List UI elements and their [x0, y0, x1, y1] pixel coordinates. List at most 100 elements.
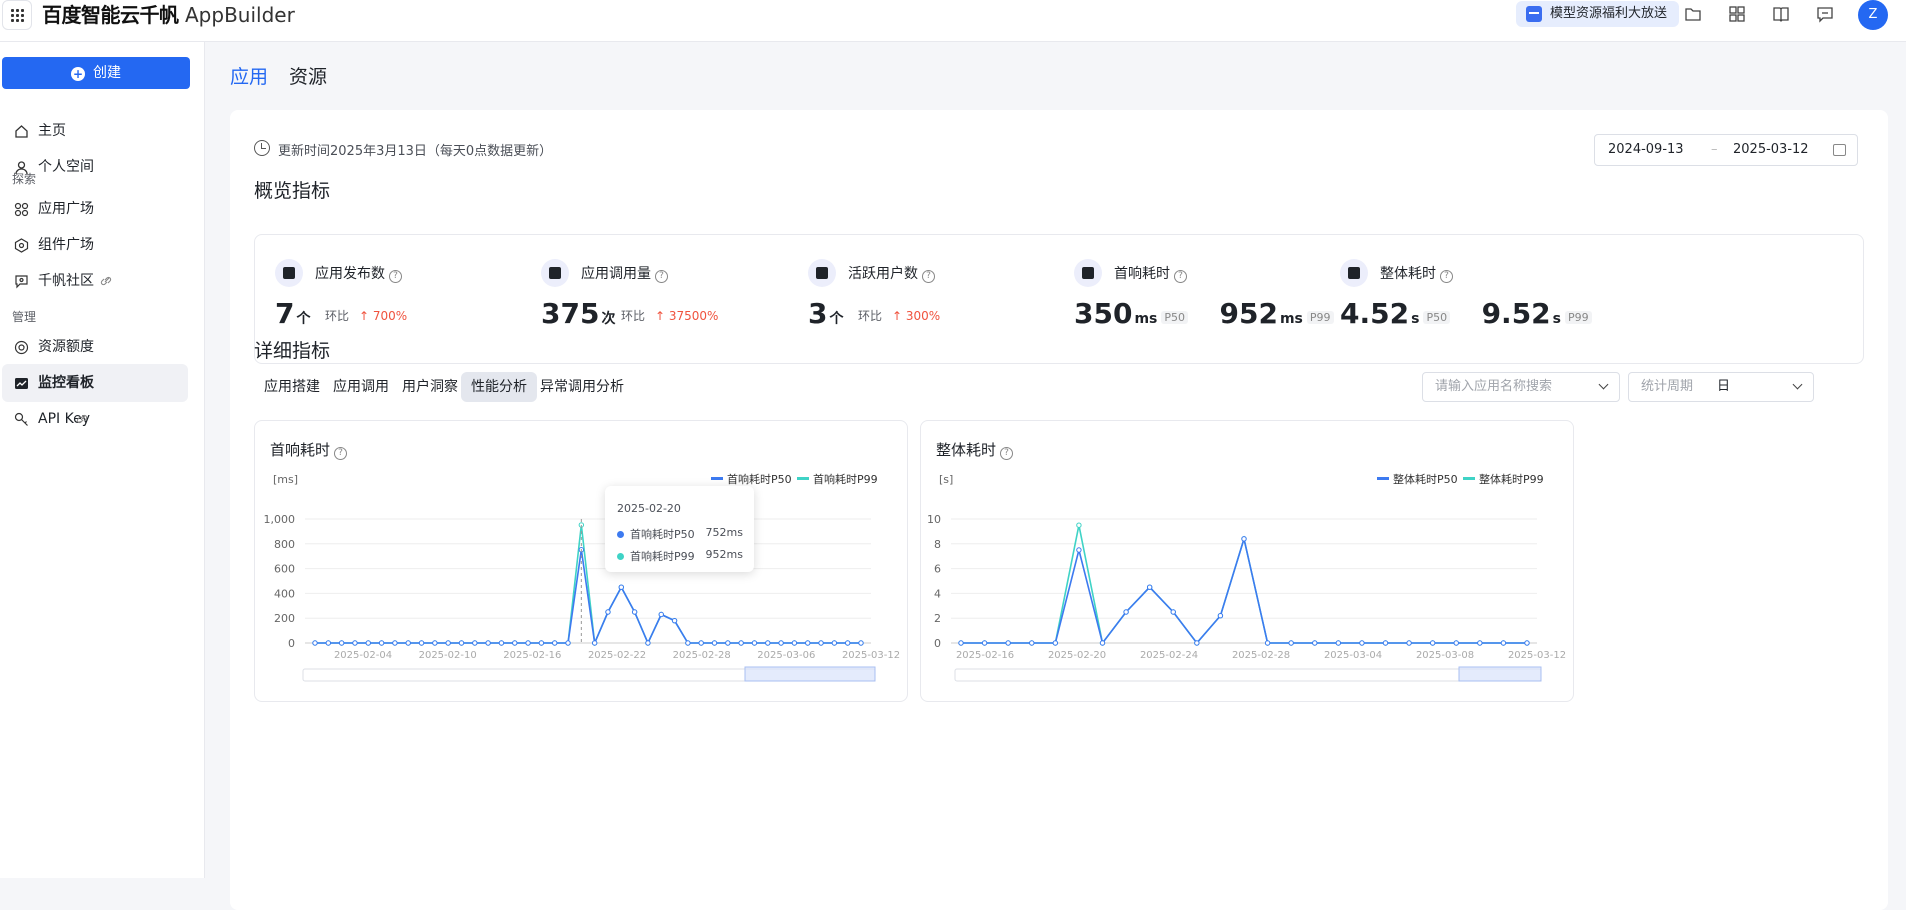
avatar[interactable]: Z: [1858, 0, 1888, 30]
data-point: [981, 640, 988, 646]
compare-value: ↑ 700%: [359, 309, 408, 323]
y-axis-unit: [s]: [939, 473, 953, 486]
date-end[interactable]: 2025-03-12: [1733, 135, 1809, 165]
update-time-text: 更新时间2025年3月13日（每天0点数据更新）: [278, 144, 553, 159]
subtab-user-insight[interactable]: 用户洞察: [392, 372, 468, 402]
overall-latency-chart[interactable]: [s] 整体耗时P50 整体耗时P99 10 8 6 4 2 0 2025-02-16 2025-0…: [921, 421, 1573, 701]
metric-unit: 个: [296, 311, 311, 327]
book-icon[interactable]: [1772, 5, 1790, 23]
data-point: [1076, 522, 1082, 528]
tooltip-date: 2025-02-20: [617, 502, 681, 515]
bar-chart-icon: [541, 259, 569, 287]
y-tick-label: 400: [274, 587, 295, 600]
data-point: [1123, 609, 1129, 615]
subtab-app-build[interactable]: 应用搭建: [254, 372, 330, 402]
subtab-performance[interactable]: 性能分析: [461, 372, 537, 402]
tooltip-value: 752ms: [705, 526, 743, 539]
dashboard-icon[interactable]: [1728, 5, 1746, 23]
y-axis-unit: [ms]: [273, 473, 298, 486]
tooltip-label: 首响耗时P99: [630, 550, 695, 563]
help-icon[interactable]: ?: [389, 270, 402, 283]
data-point: [1217, 613, 1224, 619]
data-point: [392, 640, 398, 646]
help-icon[interactable]: ?: [1440, 270, 1453, 283]
subtab-error-analysis[interactable]: 异常调用分析: [530, 372, 634, 402]
y-tick-label: 4: [934, 587, 941, 600]
sidebar-item-community[interactable]: 千帆社区: [2, 262, 188, 300]
help-icon[interactable]: ?: [1174, 270, 1187, 283]
promo-text: 模型资源福利大放送: [1550, 6, 1668, 21]
data-point: [1406, 640, 1412, 646]
subtab-app-calls[interactable]: 应用调用: [323, 372, 399, 402]
create-label: 创建: [93, 65, 121, 81]
data-point: [1359, 640, 1365, 646]
metric-unit: s: [1552, 311, 1562, 327]
cube-icon: [1074, 259, 1102, 287]
tab-apps[interactable]: 应用: [230, 62, 268, 89]
y-tick-label: 2: [934, 612, 941, 625]
create-button[interactable]: + 创建: [2, 57, 190, 89]
date-start[interactable]: 2024-09-13: [1608, 135, 1684, 165]
help-icon[interactable]: ?: [655, 270, 668, 283]
data-point: [738, 640, 744, 646]
metric-unit: s: [1411, 311, 1420, 327]
data-point: [552, 640, 558, 646]
data-point: [1335, 640, 1342, 646]
period-select[interactable]: 统计周期 日: [1628, 372, 1814, 402]
data-point: [1500, 640, 1507, 646]
sidebar-item-resource-quota[interactable]: 资源额度: [2, 328, 188, 366]
sidebar-item-component-plaza[interactable]: 组件广场: [2, 226, 188, 264]
main-content: 应用 资源 更新时间2025年3月13日（每天0点数据更新） 2024-09-1…: [206, 42, 1906, 910]
sidebar-item-app-plaza[interactable]: 应用广场: [2, 190, 188, 228]
feedback-icon[interactable]: [1816, 5, 1834, 23]
data-point: [858, 640, 864, 646]
sidebar-item-monitor-dashboard[interactable]: 监控看板: [2, 364, 188, 402]
apps-icon: [14, 202, 29, 217]
data-point: [445, 640, 451, 646]
metric-unit: 次: [601, 311, 616, 327]
metric-label: 应用调用量: [581, 266, 651, 282]
percentile-tag: P50: [1161, 311, 1189, 324]
data-point: [605, 609, 611, 615]
app-search-select[interactable]: 请输入应用名称搜索: [1422, 372, 1620, 402]
zoom-slider-window: [1458, 666, 1542, 682]
sidebar-item-home[interactable]: 主页: [2, 112, 188, 150]
metric-value: 7: [275, 297, 295, 330]
data-point: [631, 609, 638, 615]
legend-dot: [617, 531, 624, 538]
metric-value: 375: [541, 297, 600, 330]
legend-label: 首响耗时P50: [727, 472, 792, 486]
tab-resources[interactable]: 资源: [289, 62, 327, 89]
data-point: [844, 640, 851, 646]
compare-label: 环比: [621, 309, 646, 323]
data-point: [525, 640, 531, 646]
data-point: [1099, 640, 1106, 646]
data-point: [765, 640, 771, 646]
promo-banner[interactable]: 模型资源福利大放送: [1516, 1, 1680, 27]
folder-icon[interactable]: [1684, 5, 1702, 23]
y-tick-label: 0: [934, 637, 941, 650]
first-response-chart[interactable]: [ms] 首响耗时P50 首响耗时P99 1,000 800 600 400 200 0 2025…: [255, 421, 907, 701]
app-grid-icon[interactable]: [2, 0, 32, 30]
metric-value-p99: 952: [1219, 297, 1278, 330]
metric-unit: ms: [1279, 311, 1303, 327]
community-icon: [15, 275, 28, 289]
clock-icon: [254, 140, 270, 156]
series-line: [315, 549, 861, 646]
data-point: [1524, 640, 1530, 646]
data-point: [591, 640, 598, 646]
date-range-picker[interactable]: 2024-09-13 – 2025-03-12: [1594, 134, 1858, 166]
x-tick-label: 2025-02-04: [334, 650, 392, 661]
zoom-slider-track: [954, 668, 1542, 682]
data-point: [805, 640, 811, 646]
sidebar-item-label: 应用广场: [38, 201, 94, 217]
data-point: [618, 584, 624, 590]
x-tick-label: 2025-02-22: [588, 650, 646, 661]
sidebar-item-api-key[interactable]: API Key: [2, 400, 188, 438]
help-icon[interactable]: ?: [922, 270, 935, 283]
metric-value: 3: [808, 297, 828, 330]
data-point: [778, 640, 784, 646]
legend-label: 首响耗时P99: [813, 472, 878, 486]
brand-logo[interactable]: 百度智能云千帆: [42, 0, 179, 30]
data-point: [725, 640, 731, 646]
